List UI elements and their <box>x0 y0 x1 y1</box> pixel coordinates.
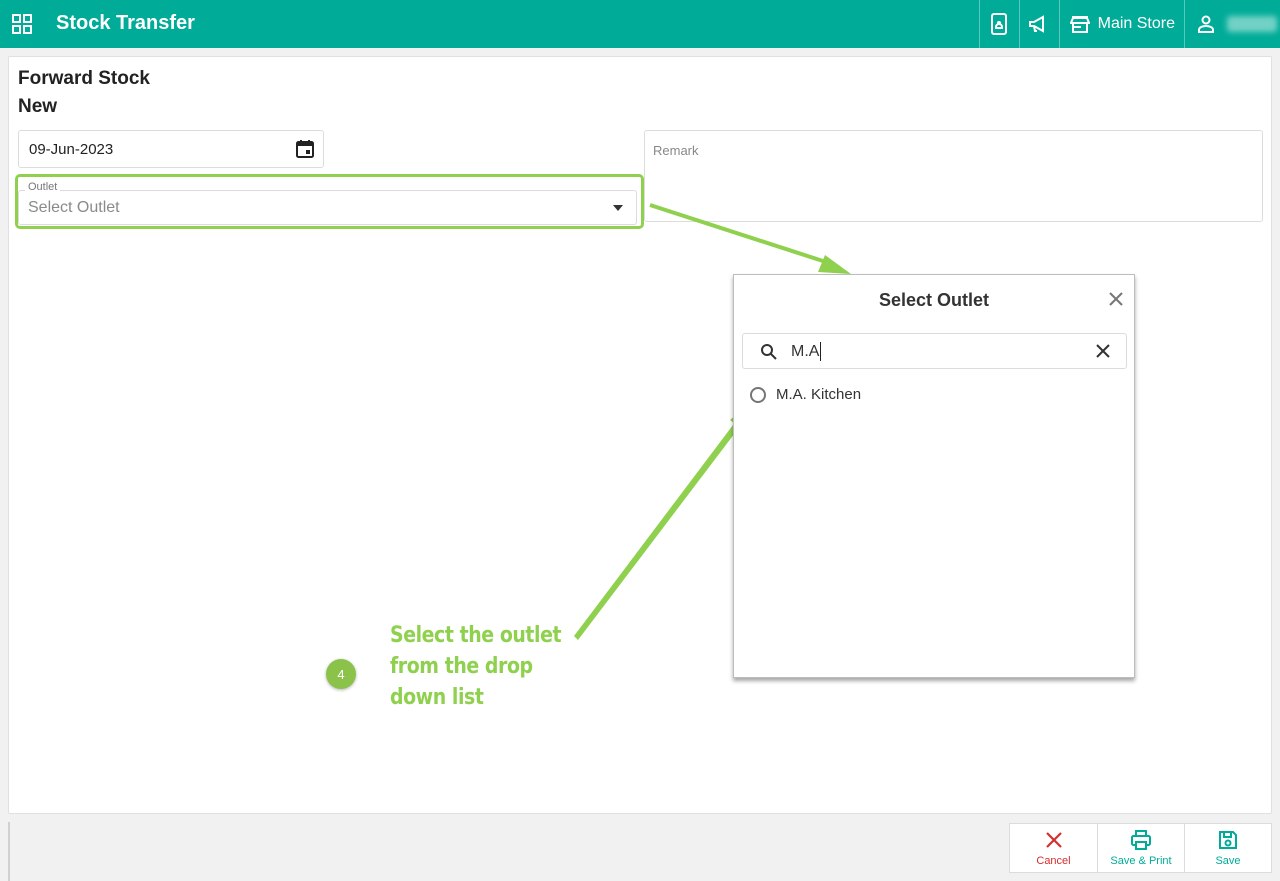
date-value: 09-Jun-2023 <box>29 141 114 158</box>
clear-search-icon[interactable] <box>1096 344 1110 358</box>
apps-grid-icon[interactable] <box>11 13 33 35</box>
close-icon <box>1045 832 1062 848</box>
announcement-button[interactable] <box>1018 0 1059 48</box>
printer-icon <box>1131 830 1151 850</box>
outlet-search-box[interactable]: M.A <box>742 333 1127 369</box>
outlet-option[interactable]: M.A. Kitchen <box>750 386 861 403</box>
close-icon[interactable] <box>1108 291 1124 307</box>
save-print-label: Save & Print <box>1110 855 1172 867</box>
remark-placeholder: Remark <box>653 143 699 158</box>
search-input[interactable]: M.A <box>791 342 822 361</box>
top-bar-actions: Main Store <box>978 0 1280 48</box>
store-selector[interactable]: Main Store <box>1058 0 1184 48</box>
mobile-order-button[interactable] <box>978 0 1019 48</box>
outlet-option-label: M.A. Kitchen <box>776 386 862 403</box>
bottom-action-bar: Cancel Save & Print Save <box>8 822 1272 881</box>
dialog-title: Select Outlet <box>878 290 990 310</box>
outlet-select-value: Select Outlet <box>28 199 120 216</box>
save-button[interactable]: Save <box>1184 824 1271 872</box>
date-field[interactable]: 09-Jun-2023 <box>18 130 324 168</box>
search-icon <box>761 344 777 360</box>
page-title: Forward Stock <box>18 68 150 89</box>
save-label: Save <box>1215 855 1241 867</box>
save-icon <box>1219 831 1237 849</box>
select-outlet-dialog: Select Outlet M.A M.A. Kitchen <box>733 274 1135 678</box>
user-menu[interactable] <box>1184 0 1280 48</box>
radio-unchecked-icon[interactable] <box>750 386 766 403</box>
top-app-bar: Stock Transfer Main Store <box>0 0 1280 48</box>
cancel-button[interactable]: Cancel <box>1010 824 1097 872</box>
store-label: Main Store <box>1097 15 1175 32</box>
user-icon <box>1198 15 1214 33</box>
megaphone-icon <box>1029 15 1045 33</box>
mobile-service-icon <box>991 13 1008 35</box>
annotation-callout: Select the outlet from the drop down lis… <box>390 620 562 713</box>
app-title: Stock Transfer <box>56 12 195 34</box>
annotation-line: Select the outlet <box>390 623 562 648</box>
dropdown-caret-icon <box>613 205 623 211</box>
annotation-line: from the drop <box>390 654 533 679</box>
calendar-icon[interactable] <box>295 139 315 159</box>
outlet-label: Outlet <box>25 181 61 193</box>
store-icon <box>1069 16 1090 33</box>
step-number-badge: 4 <box>326 659 356 689</box>
page-subtitle: New <box>18 96 58 117</box>
cancel-label: Cancel <box>1036 855 1071 867</box>
remark-field[interactable]: Remark <box>644 130 1263 222</box>
save-print-button[interactable]: Save & Print <box>1097 824 1184 872</box>
user-name-redacted <box>1227 16 1277 32</box>
outlet-select[interactable]: Select Outlet <box>18 190 637 225</box>
action-buttons: Cancel Save & Print Save <box>1009 823 1272 873</box>
annotation-line: down list <box>390 685 484 710</box>
